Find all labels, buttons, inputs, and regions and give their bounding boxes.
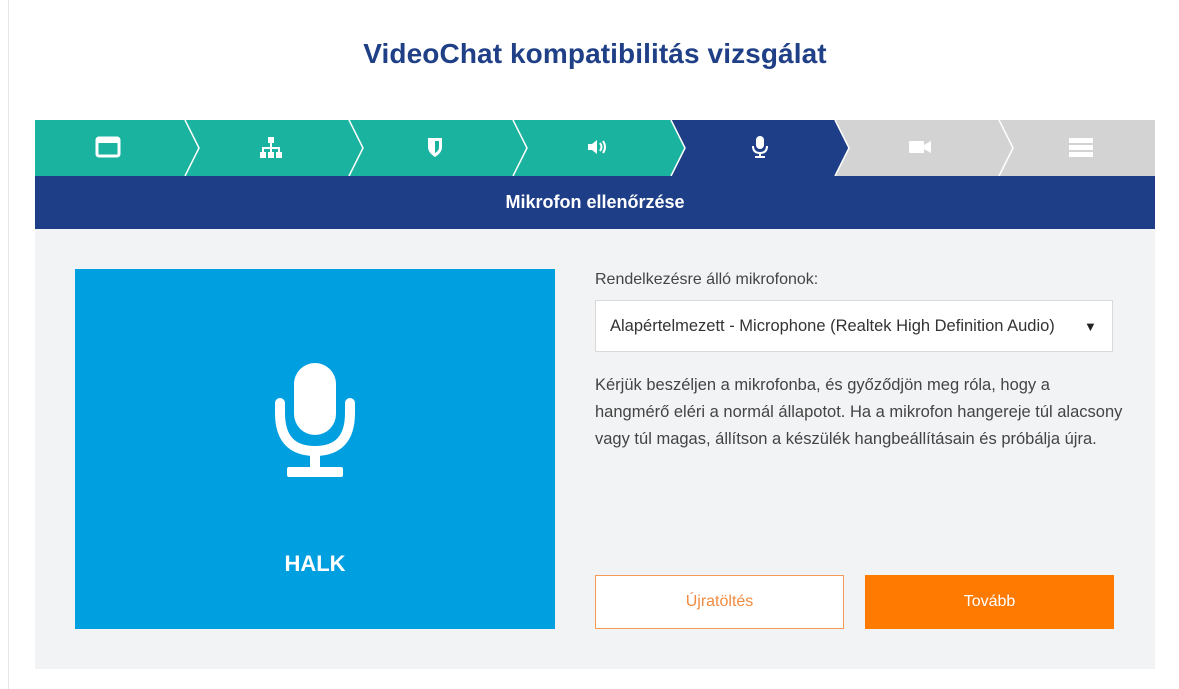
- progress-stepper: [35, 120, 1155, 176]
- mic-level-indicator: HALK: [75, 269, 555, 629]
- camera-icon: [905, 132, 935, 162]
- next-button[interactable]: Tovább: [865, 575, 1114, 629]
- microphone-icon: [273, 357, 357, 481]
- left-divider: [8, 0, 9, 689]
- content-panel: HALK Rendelkezésre álló mikrofonok: Alap…: [35, 229, 1155, 669]
- chevron-down-icon: ▼: [1084, 318, 1097, 334]
- network-icon: [256, 132, 286, 162]
- mic-select-label: Rendelkezésre álló mikrofonok:: [595, 271, 819, 288]
- microphone-icon: [745, 132, 775, 162]
- microphone-select-value: Alapértelmezett - Microphone (Realtek Hi…: [610, 316, 1055, 335]
- instructions-text: Kérjük beszéljen a mikrofonba, és győződ…: [595, 376, 1123, 448]
- section-title: Mikrofon ellenőrzése: [35, 176, 1155, 229]
- server-icon: [1066, 132, 1096, 162]
- microphone-select[interactable]: Alapértelmezett - Microphone (Realtek Hi…: [595, 300, 1113, 352]
- speaker-icon: [582, 132, 612, 162]
- mic-status-text: HALK: [284, 551, 346, 576]
- shield-icon: [420, 132, 450, 162]
- page-title: VideoChat kompatibilitás vizsgálat: [363, 38, 827, 69]
- reload-button[interactable]: Újratöltés: [595, 575, 844, 629]
- browser-window-icon: [93, 132, 123, 162]
